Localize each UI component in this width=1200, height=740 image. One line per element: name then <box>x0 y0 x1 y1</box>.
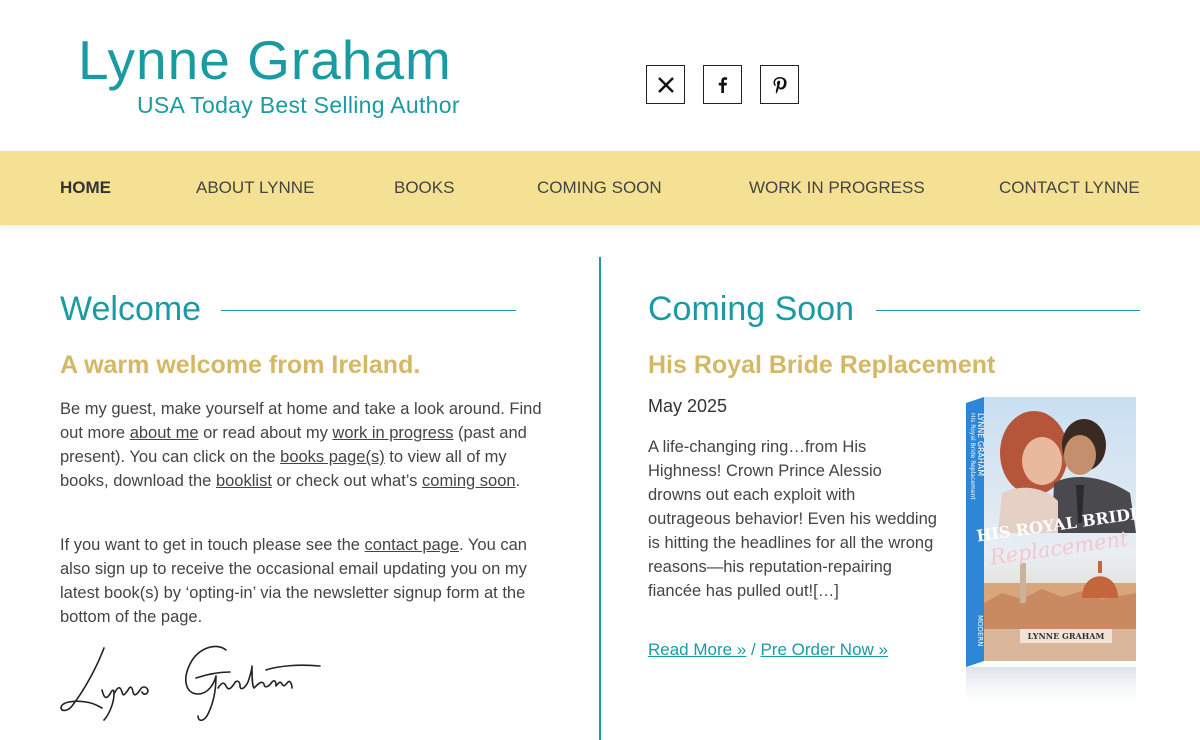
book-cover-image[interactable]: LYNNE GRAHAM His Royal Bride Replacement… <box>962 393 1140 713</box>
welcome-heading: Welcome <box>60 290 202 328</box>
nav-item-home[interactable]: HOME <box>60 151 111 225</box>
signature-image <box>60 645 321 722</box>
main-nav: HOME ABOUT LYNNE BOOKS COMING SOON WORK … <box>0 151 1200 225</box>
spine-title: His Royal Bride Replacement <box>969 413 976 500</box>
pinterest-social-button[interactable] <box>760 65 799 104</box>
facebook-icon <box>718 76 727 93</box>
nav-item-about[interactable]: ABOUT LYNNE <box>196 151 314 225</box>
column-divider <box>599 257 601 740</box>
nav-item-coming-soon[interactable]: COMING SOON <box>537 151 662 225</box>
nav-item-contact[interactable]: CONTACT LYNNE <box>999 151 1140 225</box>
site-title[interactable]: Lynne Graham <box>78 28 452 92</box>
cover-author: LYNNE GRAHAM <box>1028 631 1105 641</box>
work-in-progress-link[interactable]: work in progress <box>332 424 453 442</box>
pre-order-link[interactable]: Pre Order Now » <box>760 640 888 659</box>
read-more-link[interactable]: Read More » <box>648 640 746 659</box>
welcome-paragraph-1: Be my guest, make yourself at home and t… <box>60 400 542 490</box>
contact-page-link[interactable]: contact page <box>365 536 460 554</box>
nav-item-work-in-progress[interactable]: WORK IN PROGRESS <box>749 151 925 225</box>
about-me-link[interactable]: about me <box>130 424 199 442</box>
coming-soon-heading-rule <box>876 310 1140 311</box>
x-icon <box>657 76 674 93</box>
coming-soon-link[interactable]: coming soon <box>422 472 516 490</box>
spine-author: LYNNE GRAHAM <box>976 413 985 476</box>
site-tagline: USA Today Best Selling Author <box>137 92 460 118</box>
spine-publisher: MODERN <box>976 615 984 646</box>
x-social-button[interactable] <box>646 65 685 104</box>
welcome-paragraph-2: If you want to get in touch please see t… <box>60 536 527 626</box>
welcome-subheading: A warm welcome from Ireland. <box>60 351 421 379</box>
book-title[interactable]: His Royal Bride Replacement <box>648 351 995 380</box>
booklist-link[interactable]: booklist <box>216 472 272 490</box>
book-blurb: A life-changing ring…from His Highness! … <box>648 438 937 600</box>
coming-soon-heading: Coming Soon <box>648 290 855 328</box>
books-page-link[interactable]: books page(s) <box>280 448 385 466</box>
book-links: Read More » / Pre Order Now » <box>648 640 888 659</box>
release-date: May 2025 <box>648 396 728 416</box>
pinterest-icon <box>773 76 787 94</box>
facebook-social-button[interactable] <box>703 65 742 104</box>
welcome-heading-rule <box>221 310 516 311</box>
nav-item-books[interactable]: BOOKS <box>394 151 454 225</box>
